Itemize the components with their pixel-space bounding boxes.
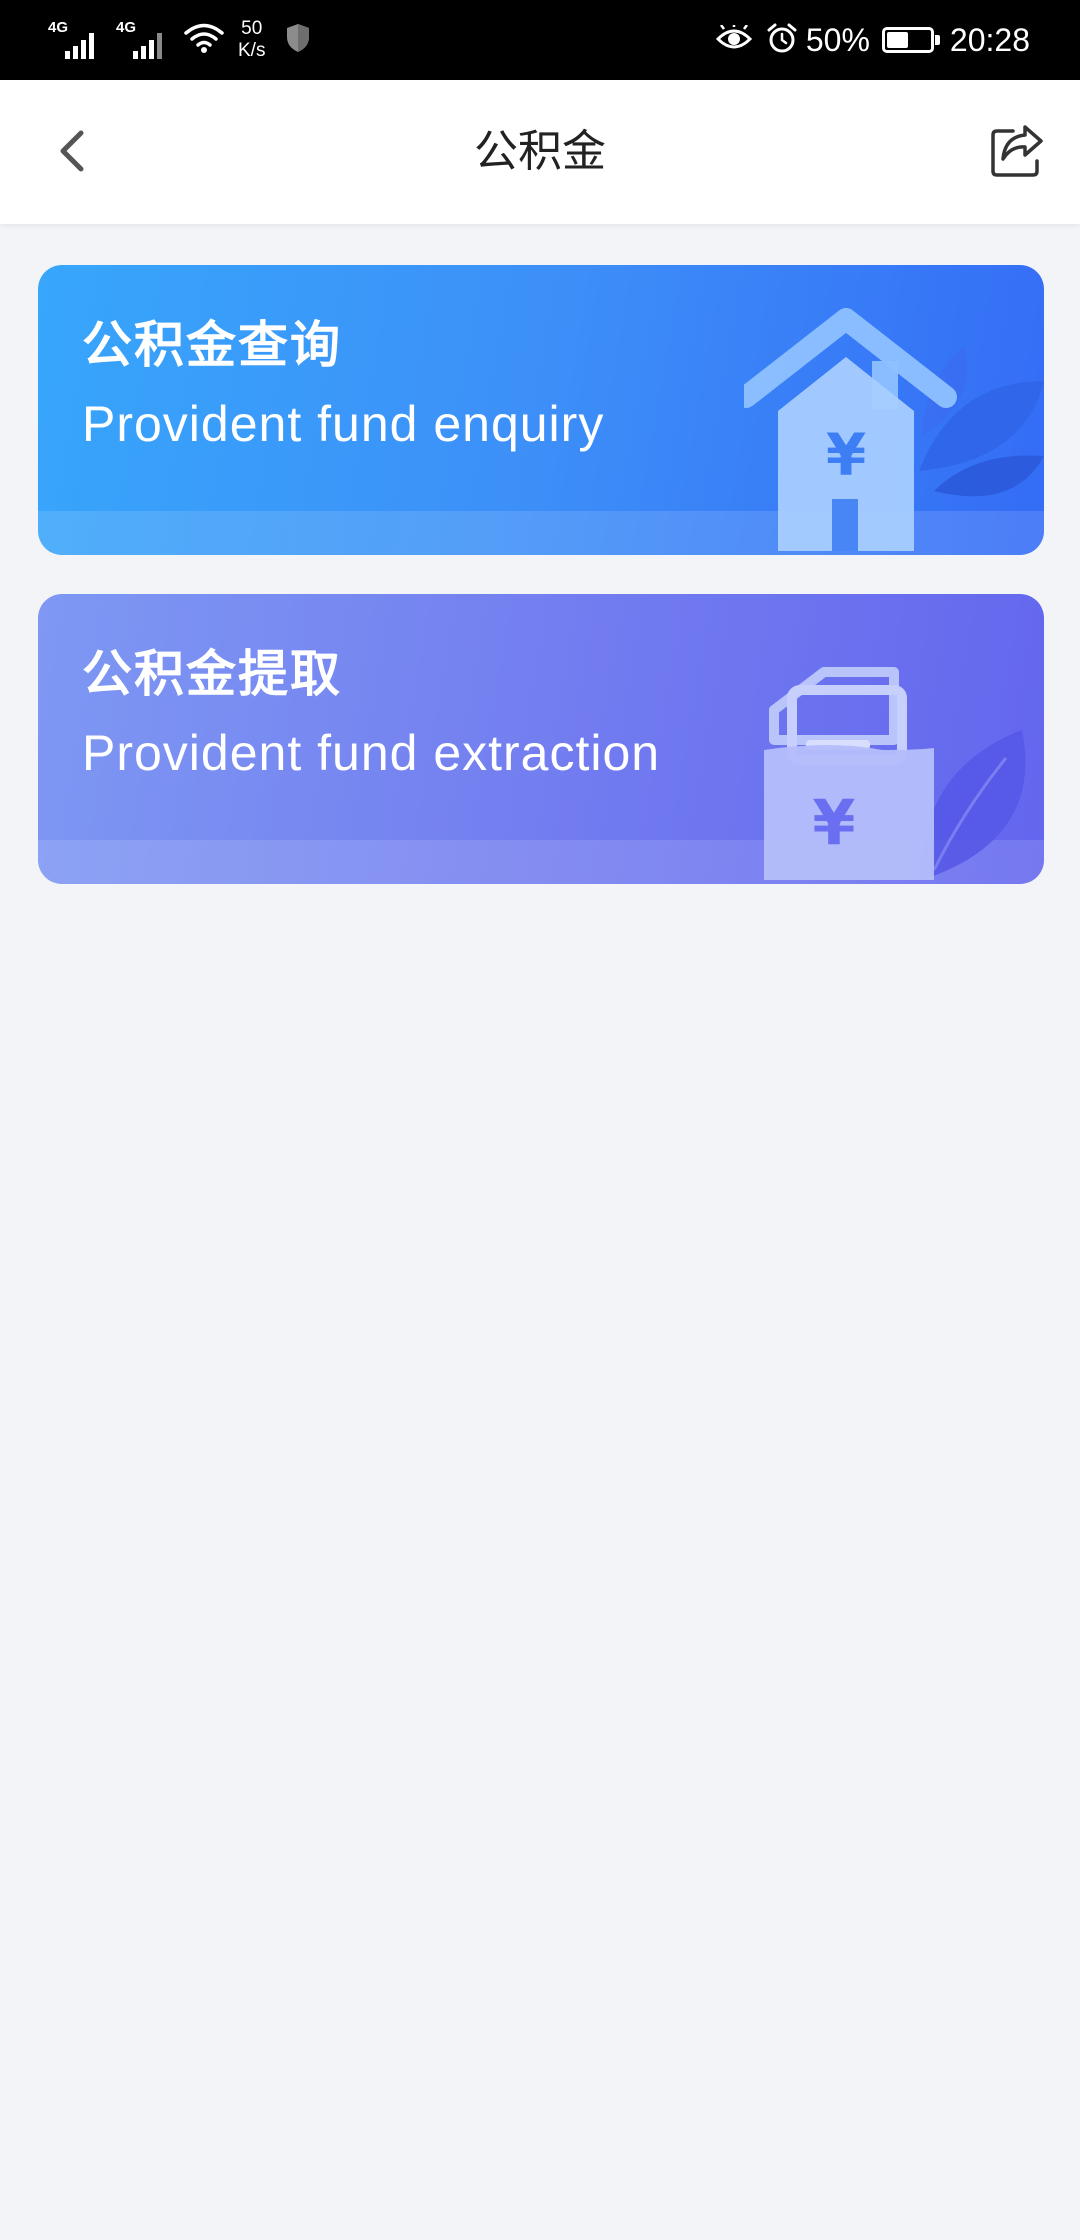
enquiry-title-cn: 公积金查询 [82,316,342,374]
wifi-icon [184,22,224,58]
network-type-2: 4G [116,19,137,36]
status-left-group: 4G 4G 50 K/s [48,0,311,80]
cellular-signal-2-icon: 4G [116,19,162,59]
cellular-signal-1-icon: 4G [48,19,94,59]
network-speed-unit: K/s [238,40,266,61]
battery-icon [881,27,940,53]
shield-icon [285,23,311,57]
wallet-yen-icon: ¥ [744,594,1044,884]
eye-comfort-icon [715,23,752,55]
enquiry-title-en: Provident fund enquiry [82,396,605,452]
enquiry-card[interactable]: 公积金查询 Provident fund enquiry ¥ [38,265,1044,555]
network-type-1: 4G [48,19,69,36]
page-title: 公积金 [474,126,606,177]
share-icon [989,123,1045,183]
extraction-card[interactable]: 公积金提取 Provident fund extraction ¥ [38,594,1044,884]
nav-bar: 公积金 [0,80,1080,224]
network-speed-value: 50 [241,18,263,39]
battery-percent: 50% [805,21,870,58]
extraction-title-en: Provident fund extraction [82,725,661,781]
network-speed: 50 K/s [238,18,265,62]
status-bar: 4G 4G 50 K/s 50% 20:28 [0,0,1080,80]
clock: 20:28 [949,21,1030,58]
svg-text:¥: ¥ [826,421,866,489]
alarm-icon [766,22,798,58]
status-right-group: 50% 20:28 [715,0,1030,80]
battery-level [886,32,908,48]
share-button[interactable] [982,118,1052,188]
svg-text:¥: ¥ [812,786,855,859]
extraction-title-cn: 公积金提取 [82,645,342,703]
house-yen-icon: ¥ [735,265,1044,555]
